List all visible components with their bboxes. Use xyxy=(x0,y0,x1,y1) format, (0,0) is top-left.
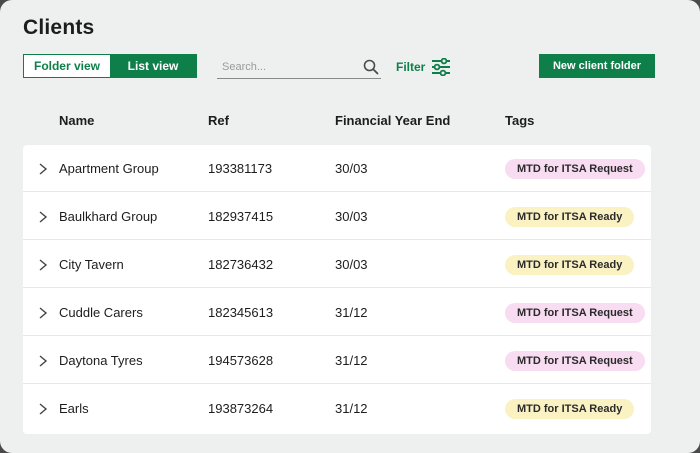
search-box xyxy=(217,57,381,79)
page-title: Clients xyxy=(23,16,95,39)
view-toggle: Folder view List view xyxy=(23,54,197,78)
status-badge: MTD for ITSA Request xyxy=(505,351,645,371)
client-name: City Tavern xyxy=(59,257,124,272)
table-row[interactable]: Baulkhard Group 182937415 30/03 MTD for ITS… xyxy=(23,193,651,240)
status-badge: MTD for ITSA Request xyxy=(505,159,645,179)
client-name: Daytona Tyres xyxy=(59,353,143,368)
table-row[interactable]: Earls 193873264 31/12 MTD for ITSA Ready xyxy=(23,385,651,432)
client-ref: 193873264 xyxy=(208,401,274,416)
client-ref: 193381173 xyxy=(208,161,273,176)
financial-year-end: 30/03 xyxy=(335,209,368,224)
sliders-icon xyxy=(432,58,451,76)
client-ref: 194573628 xyxy=(208,353,274,368)
status-badge: MTD for ITSA Ready xyxy=(505,255,635,275)
list-view-button[interactable]: List view xyxy=(110,55,196,77)
column-header-tags[interactable]: Tags xyxy=(505,113,534,128)
status-badge: MTD for ITSA Ready xyxy=(505,399,635,419)
search-icon[interactable] xyxy=(363,59,379,75)
client-ref: 182937415 xyxy=(208,209,274,224)
client-name: Earls xyxy=(59,401,89,416)
client-name: Apartment Group xyxy=(59,161,159,176)
column-header-financial-year-end[interactable]: Financial Year End xyxy=(335,113,450,128)
chevron-right-icon[interactable] xyxy=(38,403,48,415)
table-row[interactable]: City Tavern 182736432 30/03 MTD for ITSA Re… xyxy=(23,241,651,288)
status-badge: MTD for ITSA Request xyxy=(505,303,645,323)
chevron-right-icon[interactable] xyxy=(38,259,48,271)
financial-year-end: 31/12 xyxy=(335,305,368,320)
financial-year-end: 31/12 xyxy=(335,401,368,416)
search-input[interactable] xyxy=(217,57,352,77)
client-name: Cuddle Carers xyxy=(59,305,143,320)
client-ref: 182736432 xyxy=(208,257,274,272)
client-name: Baulkhard Group xyxy=(59,209,158,224)
folder-view-button[interactable]: Folder view xyxy=(24,55,110,77)
client-ref: 182345613 xyxy=(208,305,274,320)
clients-table: Apartment Group 193381173 30/03 MTD for ITS… xyxy=(23,145,651,434)
financial-year-end: 30/03 xyxy=(335,161,368,176)
column-header-ref[interactable]: Ref xyxy=(208,113,229,128)
chevron-right-icon[interactable] xyxy=(38,163,48,175)
financial-year-end: 30/03 xyxy=(335,257,368,272)
table-row[interactable]: Cuddle Carers 182345613 31/12 MTD for ITSA … xyxy=(23,289,651,336)
table-row[interactable]: Apartment Group 193381173 30/03 MTD for ITS… xyxy=(23,145,651,192)
chevron-right-icon[interactable] xyxy=(38,355,48,367)
filter-button[interactable]: Filter xyxy=(396,57,451,77)
status-badge: MTD for ITSA Ready xyxy=(505,207,635,227)
chevron-right-icon[interactable] xyxy=(38,307,48,319)
filter-label: Filter xyxy=(396,60,426,74)
table-row[interactable]: Daytona Tyres 194573628 31/12 MTD for ITSA … xyxy=(23,337,651,384)
chevron-right-icon[interactable] xyxy=(38,211,48,223)
new-client-folder-button[interactable]: New client folder xyxy=(539,54,655,78)
clients-panel: Clients Folder view List view Filter New… xyxy=(0,0,700,453)
column-header-name[interactable]: Name xyxy=(59,113,94,128)
financial-year-end: 31/12 xyxy=(335,353,368,368)
